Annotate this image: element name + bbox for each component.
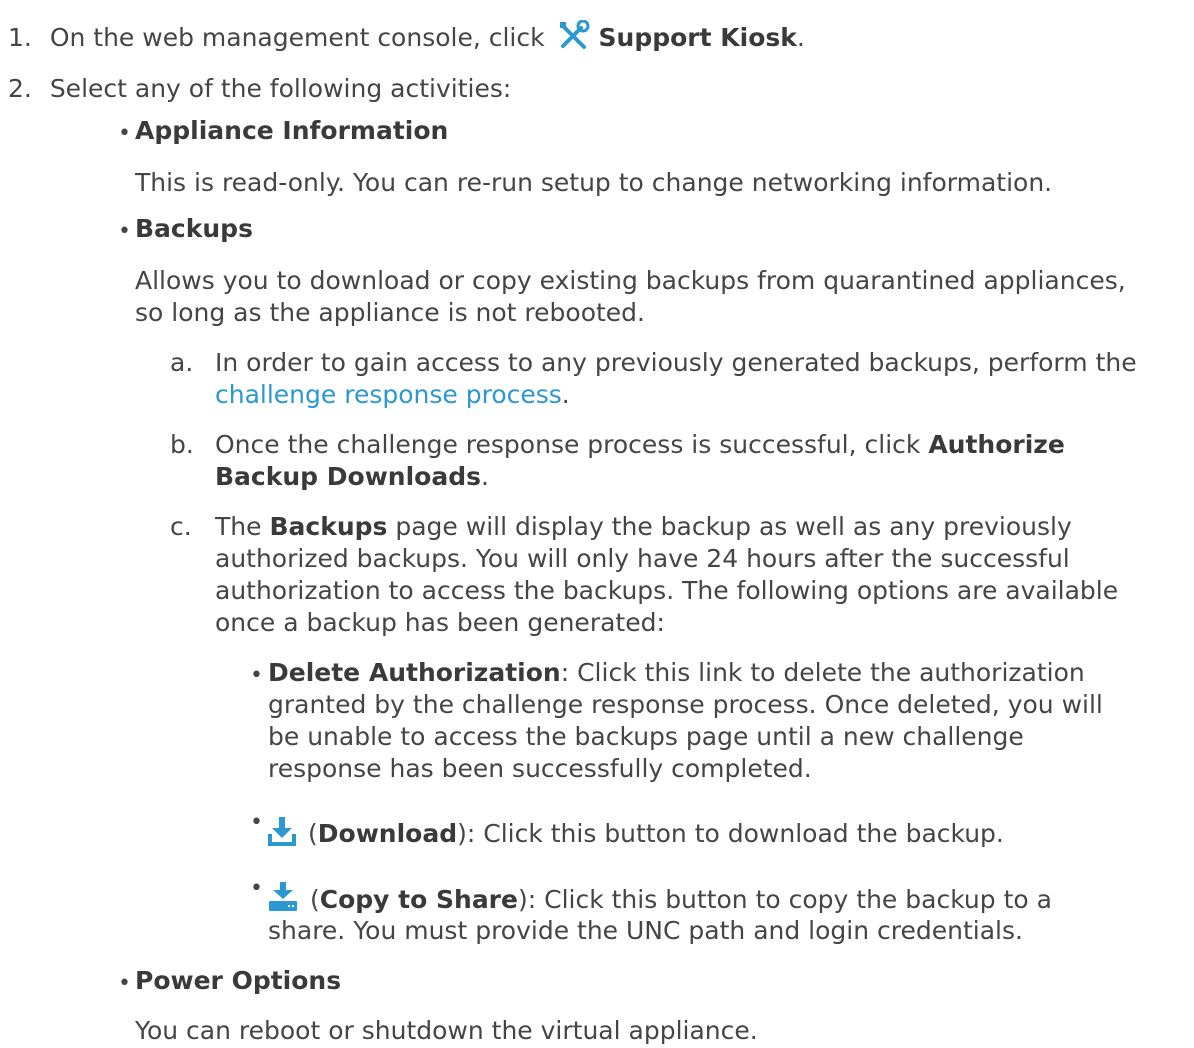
bullet: • [118, 971, 131, 996]
copy-to-share-line: share. You must provide the UNC path and… [268, 916, 1023, 945]
authorize-label: Authorize [928, 430, 1065, 459]
copy-to-share-icon [268, 882, 298, 912]
backups-page-label: Backups [269, 512, 388, 541]
copy-to-share-line: (Copy to Share): Click this button to co… [268, 882, 1052, 917]
step-text: Select any of the following activities: [49, 74, 512, 103]
delete-authorization-line: be unable to access the backups page unt… [268, 722, 1024, 751]
delete-authorization-line: response has been successfully completed… [268, 754, 812, 783]
support-kiosk-label: Support Kiosk [598, 23, 797, 52]
power-options-title: Power Options [135, 966, 342, 995]
download-option-line: (Download): Click this button to downloa… [268, 816, 1004, 851]
substep-b-line: Backup Downloads. [215, 462, 489, 491]
substep-a-line: challenge response process. [215, 380, 570, 409]
substep-letter: c. [170, 512, 192, 541]
challenge-response-link[interactable]: challenge response process [215, 380, 562, 409]
substep-letter: b. [170, 430, 194, 459]
download-label: Download [317, 819, 458, 848]
substep-c-line: authorized backups. You will only have 2… [215, 544, 1070, 573]
delete-authorization-label: Delete Authorization [268, 658, 561, 687]
substep-a-line: In order to gain access to any previousl… [215, 348, 1137, 377]
backups-desc-line: so long as the appliance is not rebooted… [135, 298, 645, 327]
substep-c-line: authorization to access the backups. The… [215, 576, 1119, 605]
delete-authorization-line: Delete Authorization: Click this link to… [268, 658, 1085, 687]
bullet: • [250, 663, 263, 688]
appliance-information-desc: This is read-only. You can re-run setup … [135, 168, 1053, 197]
backups-desc-line: Allows you to download or copy existing … [135, 266, 1126, 295]
substep-b-line: Once the challenge response process is s… [215, 430, 1065, 459]
copy-to-share-label: Copy to Share [319, 885, 518, 914]
bullet: • [250, 810, 263, 835]
backups-title: Backups [135, 214, 253, 243]
step-number: 1. [8, 23, 32, 52]
bullet: • [250, 876, 263, 901]
download-icon [268, 816, 296, 846]
step-number: 2. [8, 74, 32, 103]
step-2: 2. Select any of the following activitie… [8, 72, 511, 106]
step-text: On the web management console, click [49, 23, 545, 52]
appliance-information-title: Appliance Information [135, 116, 449, 145]
step-1: 1. On the web management console, click … [8, 20, 805, 55]
substep-c-line: once a backup has been generated: [215, 608, 665, 637]
bullet: • [118, 121, 131, 146]
substep-c-line: The Backups page will display the backup… [215, 512, 1072, 541]
support-kiosk-tools-icon [557, 20, 591, 50]
backup-downloads-label: Backup Downloads [215, 462, 481, 491]
bullet: • [118, 219, 131, 244]
substep-letter: a. [170, 348, 194, 377]
delete-authorization-line: granted by the challenge response proces… [268, 690, 1103, 719]
